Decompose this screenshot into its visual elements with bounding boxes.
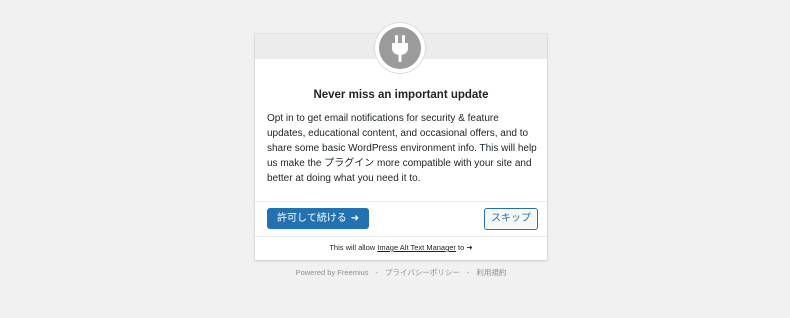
headline: Never miss an important update xyxy=(313,89,489,101)
plugin-name-link[interactable]: Image Alt Text Manager xyxy=(377,243,456,252)
permissions-suffix: to xyxy=(455,243,467,252)
skip-button[interactable]: スキップ xyxy=(484,208,538,230)
footer-links: Powered by Freemius - プライバシーポリシー - 利用規約 xyxy=(255,267,547,278)
permissions-prefix: This will allow xyxy=(329,243,378,252)
allow-button-label: 許可して続ける xyxy=(277,213,347,224)
plug-icon xyxy=(379,27,421,69)
divider xyxy=(255,201,547,202)
terms-link[interactable]: 利用規約 xyxy=(476,268,506,277)
permissions-line: This will allow Image Alt Text Manager t… xyxy=(255,243,547,252)
footer-separator: - xyxy=(466,268,470,277)
footer-separator: - xyxy=(375,268,379,277)
allow-and-continue-button[interactable]: 許可して続ける ➜ xyxy=(267,208,370,229)
optin-card: Never miss an important update Opt in to… xyxy=(255,23,547,260)
arrow-right-icon[interactable]: ➜ xyxy=(466,243,472,252)
privacy-policy-link[interactable]: プライバシーポリシー xyxy=(385,268,460,277)
arrow-right-icon: ➜ xyxy=(350,213,360,224)
divider xyxy=(255,236,547,237)
plugin-logo xyxy=(375,23,425,73)
optin-description: Opt in to get email notifications for se… xyxy=(267,113,537,184)
powered-by-freemius-link[interactable]: Powered by Freemius xyxy=(296,268,369,277)
